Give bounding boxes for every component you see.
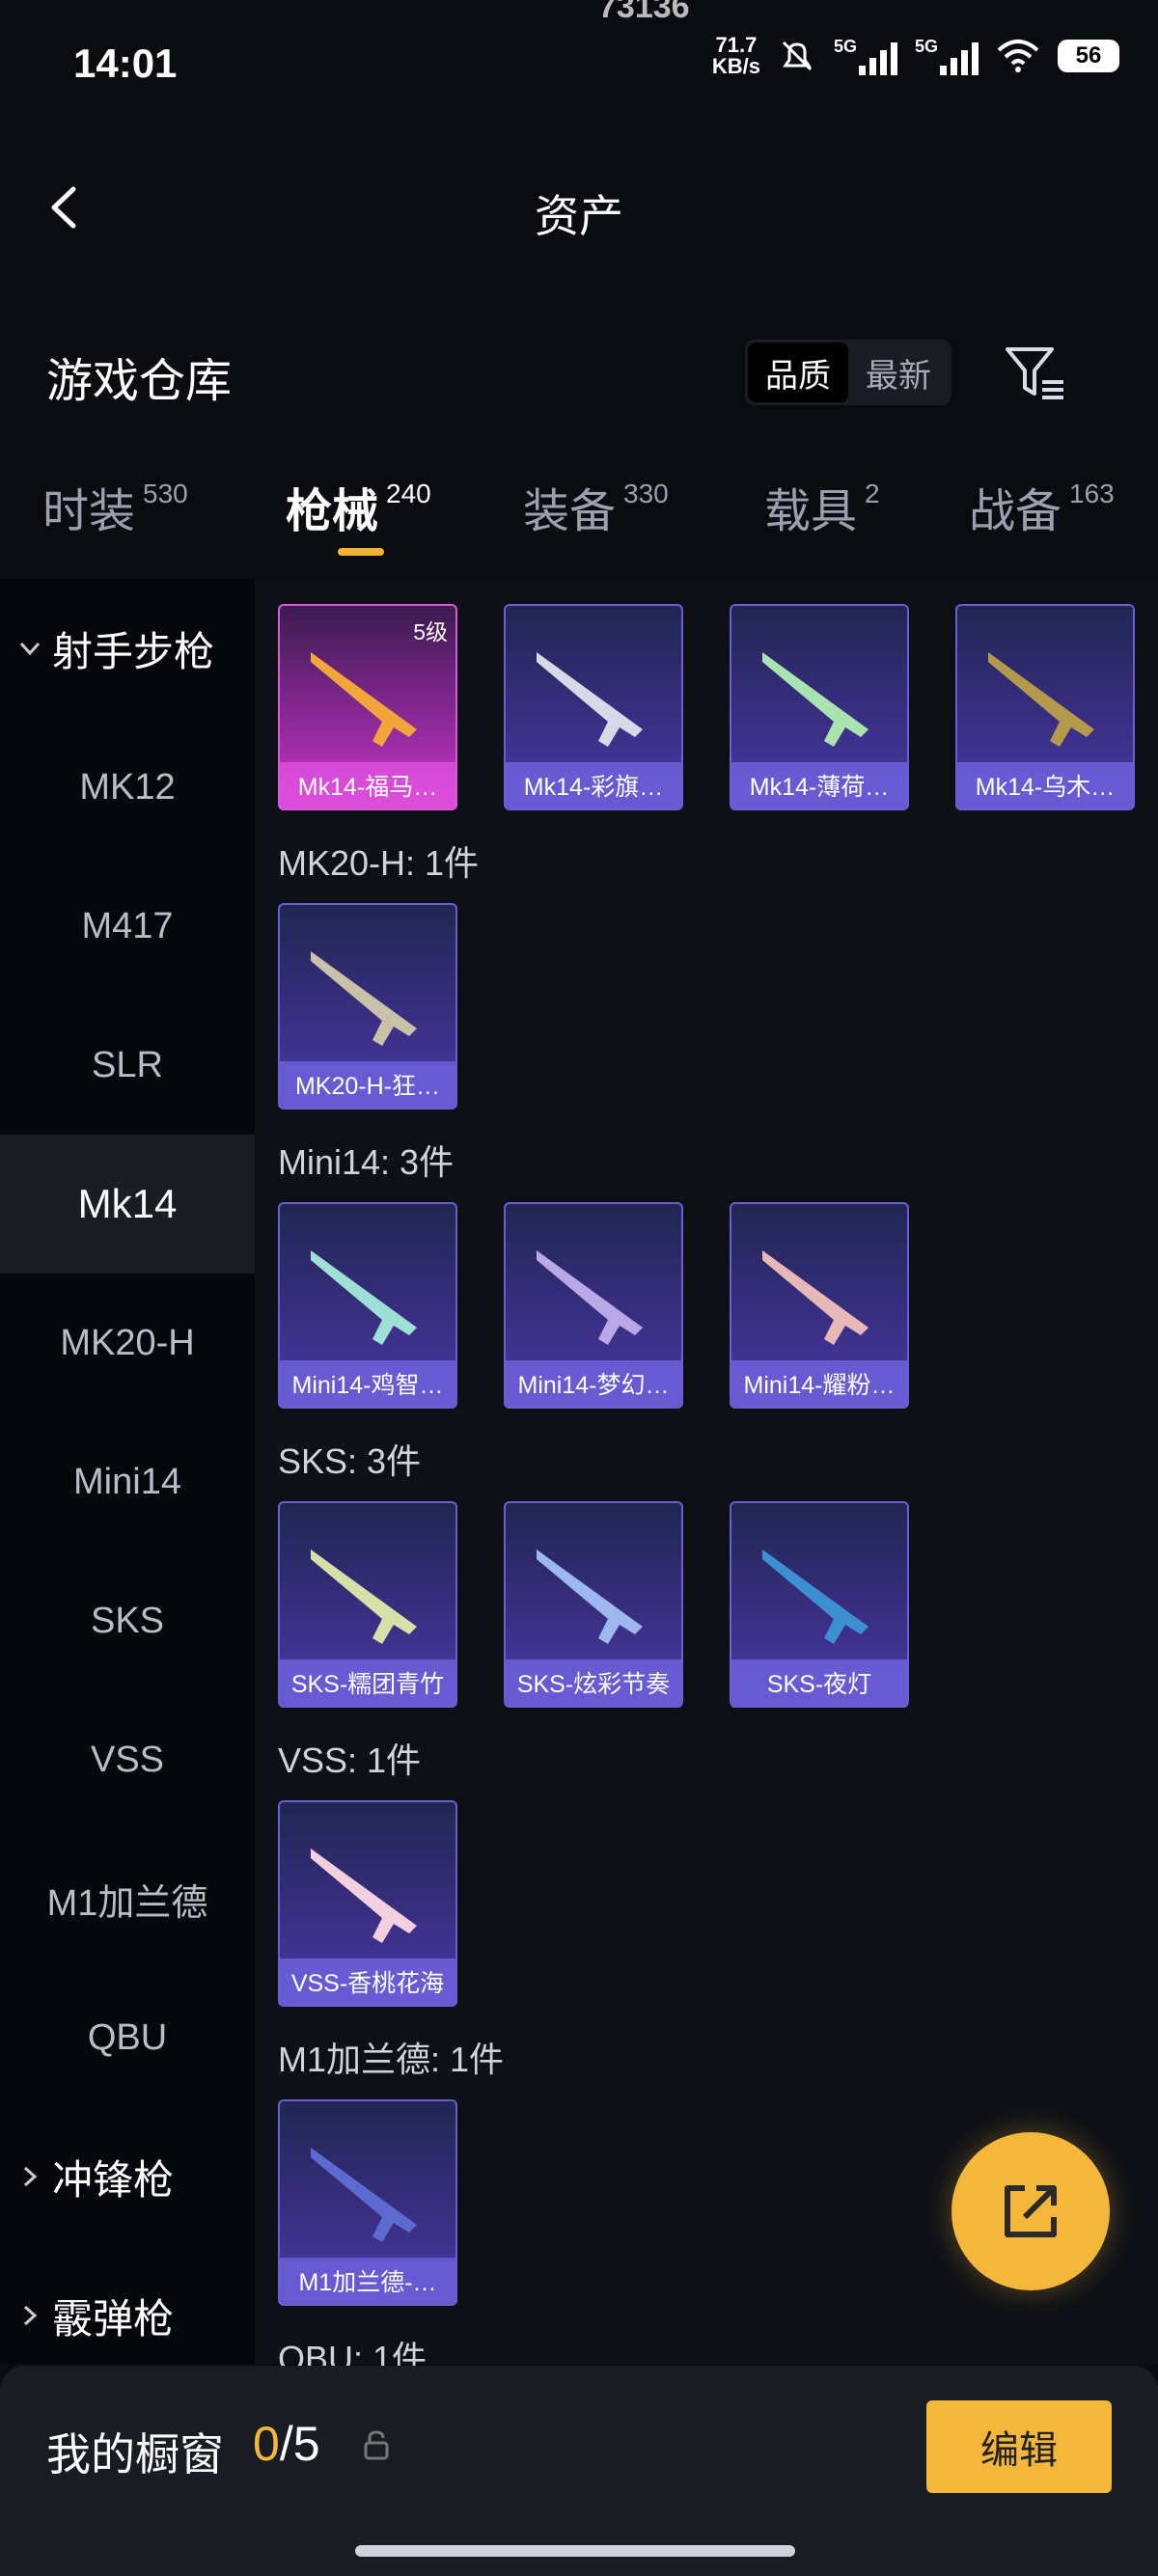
group-label: MK20-H: 1件 bbox=[278, 843, 480, 883]
sort-toggle: 品质 最新 bbox=[745, 340, 951, 405]
item-name: SKS-糯团青竹 bbox=[280, 1659, 455, 1706]
tab-guns[interactable]: 枪械 240 bbox=[286, 473, 431, 540]
rifle-icon bbox=[311, 951, 417, 1046]
status-bar: 14:01 73136 71.7 KB/s 5G 5G 56 bbox=[0, 0, 1158, 125]
item-name: Mk14-彩旗… bbox=[506, 762, 681, 808]
rifle-icon bbox=[311, 1549, 417, 1644]
page-title: 资产 bbox=[535, 191, 623, 241]
sidebar-item-mini14[interactable]: Mini14 bbox=[0, 1412, 255, 1551]
rifle-icon bbox=[311, 1849, 417, 1943]
rifle-icon bbox=[311, 1250, 417, 1345]
warehouse-title: 游戏仓库 bbox=[46, 356, 233, 407]
item-name: Mini14-鸡智… bbox=[280, 1360, 455, 1407]
item-card[interactable]: Mini14-耀粉… bbox=[730, 1202, 909, 1409]
item-name: Mini14-梦幻… bbox=[506, 1360, 681, 1407]
item-card[interactable]: Mk14-薄荷… bbox=[730, 604, 909, 810]
rifle-icon bbox=[537, 1549, 643, 1644]
sidebar-item-mk20h[interactable]: MK20-H bbox=[0, 1274, 255, 1412]
sidebar-group-smg[interactable]: 冲锋枪 bbox=[17, 2107, 174, 2246]
category-tabs: 时装 530 枪械 240 装备 330 载具 2 战备 163 bbox=[0, 473, 1158, 589]
item-card[interactable]: SKS-糯团青竹 bbox=[278, 1501, 457, 1708]
item-name: Mini14-耀粉… bbox=[731, 1360, 907, 1407]
sidebar-item-mk12[interactable]: MK12 bbox=[0, 718, 255, 857]
external-link-icon bbox=[1005, 2185, 1057, 2237]
sidebar-item-vss[interactable]: VSS bbox=[0, 1690, 255, 1829]
sidebar-group-sniper[interactable]: 射手步枪 bbox=[17, 579, 214, 718]
filter-icon[interactable] bbox=[1004, 343, 1067, 401]
item-name: SKS-夜灯 bbox=[731, 1659, 907, 1706]
item-card[interactable]: 5级 Mk14-福马… bbox=[278, 604, 457, 810]
item-card[interactable]: Mini14-梦幻… bbox=[504, 1202, 683, 1409]
lock-icon bbox=[364, 2430, 389, 2460]
sort-quality-button[interactable]: 品质 bbox=[748, 343, 848, 402]
tab-gear[interactable]: 战备 163 bbox=[969, 473, 1115, 540]
app-header: 资产 bbox=[0, 154, 1158, 260]
item-card[interactable]: Mini14-鸡智… bbox=[278, 1202, 457, 1409]
rifle-icon bbox=[988, 652, 1094, 747]
item-card[interactable]: M1加兰德-… bbox=[278, 2099, 457, 2306]
signal-icon-1: 5G bbox=[834, 37, 897, 75]
sidebar-item-slr[interactable]: SLR bbox=[0, 996, 255, 1135]
item-name: VSS-香桃花海 bbox=[280, 1959, 455, 2005]
showcase-label: 我的橱窗 bbox=[46, 2429, 224, 2480]
share-fab-button[interactable] bbox=[951, 2132, 1110, 2290]
item-card[interactable]: SKS-夜灯 bbox=[730, 1501, 909, 1708]
item-card[interactable]: Mk14-乌木… bbox=[955, 604, 1135, 810]
rifle-icon bbox=[537, 652, 643, 747]
tab-vehicles[interactable]: 载具 2 bbox=[764, 473, 880, 540]
signal-icon-2: 5G bbox=[915, 37, 979, 75]
item-name: MK20-H-狂… bbox=[280, 1061, 455, 1108]
item-card[interactable]: MK20-H-狂… bbox=[278, 903, 457, 1110]
chevron-down-icon bbox=[19, 642, 41, 656]
sidebar-item-m1garand[interactable]: M1加兰德 bbox=[0, 1829, 255, 1968]
rifle-icon bbox=[311, 652, 417, 747]
sidebar-group-shotgun[interactable]: 霰弹枪 bbox=[17, 2246, 174, 2385]
tab-equipment[interactable]: 装备 330 bbox=[523, 473, 669, 540]
rifle-icon bbox=[762, 1250, 868, 1345]
battery-icon: 56 bbox=[1058, 40, 1119, 72]
sidebar-item-qbu[interactable]: QBU bbox=[0, 1968, 255, 2107]
status-carrier: 73136 bbox=[598, 0, 690, 25]
sidebar-item-mk14[interactable]: Mk14 bbox=[0, 1135, 255, 1274]
mute-bell-icon bbox=[782, 41, 813, 71]
weapon-sidebar: 射手步枪 MK12 M417 SLR Mk14 MK20-H Mini14 SK… bbox=[0, 579, 255, 2364]
item-name: Mk14-乌木… bbox=[957, 762, 1133, 808]
group-label: VSS: 1件 bbox=[278, 1740, 422, 1780]
showcase-count: 0/5 bbox=[253, 2417, 320, 2471]
sidebar-item-sks[interactable]: SKS bbox=[0, 1551, 255, 1690]
active-tab-indicator bbox=[338, 548, 384, 556]
item-card[interactable]: Mk14-彩旗… bbox=[504, 604, 683, 810]
chevron-right-icon bbox=[23, 2305, 38, 2326]
rifle-icon bbox=[762, 1549, 868, 1644]
sidebar-item-m417[interactable]: M417 bbox=[0, 857, 255, 996]
edit-button[interactable]: 编辑 bbox=[926, 2400, 1112, 2493]
group-label: Mini14: 3件 bbox=[278, 1142, 455, 1182]
rifle-icon bbox=[537, 1250, 643, 1345]
item-card[interactable]: VSS-香桃花海 bbox=[278, 1800, 457, 2007]
item-name: Mk14-薄荷… bbox=[731, 762, 907, 808]
item-name: Mk14-福马… bbox=[280, 762, 455, 808]
rifle-icon bbox=[311, 2148, 417, 2242]
sort-newest-button[interactable]: 最新 bbox=[848, 343, 949, 402]
net-speed: 71.7 KB/s bbox=[711, 33, 760, 78]
home-indicator[interactable] bbox=[355, 2545, 795, 2557]
item-name: M1加兰德-… bbox=[280, 2258, 455, 2304]
group-label: M1加兰德: 1件 bbox=[278, 2040, 505, 2079]
tab-fashion[interactable]: 时装 530 bbox=[42, 473, 188, 540]
wifi-icon bbox=[997, 40, 1039, 72]
status-time: 14:01 bbox=[73, 41, 178, 86]
rifle-icon bbox=[762, 652, 868, 747]
chevron-right-icon bbox=[23, 2166, 38, 2187]
group-label: SKS: 3件 bbox=[278, 1441, 422, 1481]
item-card[interactable]: SKS-炫彩节奏 bbox=[504, 1501, 683, 1708]
item-name: SKS-炫彩节奏 bbox=[506, 1659, 681, 1706]
status-icons: 71.7 KB/s 5G 5G 56 bbox=[712, 35, 1119, 77]
